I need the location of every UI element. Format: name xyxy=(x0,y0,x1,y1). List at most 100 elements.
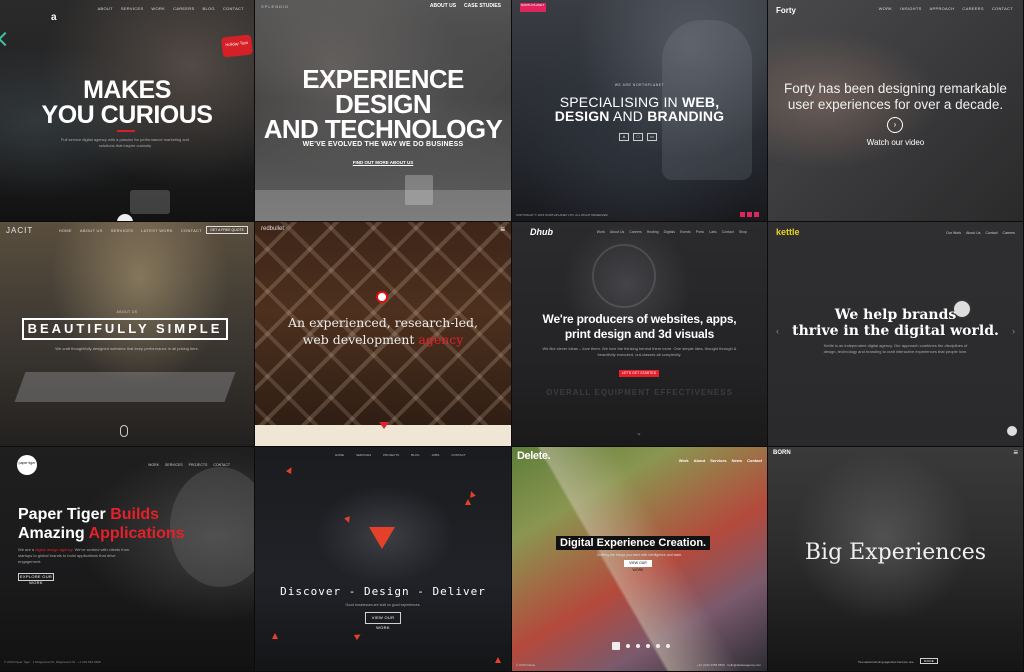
site-logo[interactable]: JACIT xyxy=(6,226,33,235)
site-logo[interactable]: Delete. xyxy=(517,450,551,462)
scroll-down-icon[interactable] xyxy=(1007,426,1017,436)
tile-dhub[interactable]: Dhub Work About Us Careers Hosting Digit… xyxy=(512,222,768,447)
explore-work-button[interactable]: EXPLORE OUR WORK xyxy=(18,573,54,585)
tile-northplanet[interactable]: NORTH PLANET WE ARE NORTHPLANET SPECIALI… xyxy=(512,0,768,222)
social-icon[interactable] xyxy=(754,212,759,217)
carousel-dot[interactable] xyxy=(636,644,640,648)
free-quote-button[interactable]: GET A FREE QUOTE xyxy=(206,226,248,234)
tile-discover-design-deliver[interactable]: HOME SERVICES PROJECTS BLOG JOBS CONTACT… xyxy=(255,447,512,672)
nav-item-careers[interactable]: CAREERS xyxy=(962,6,983,11)
hamburger-menu-icon[interactable]: ≡ xyxy=(1013,448,1018,457)
nav-item-news[interactable]: News xyxy=(732,458,742,463)
nav-item-about-us[interactable]: ABOUT US xyxy=(430,3,456,9)
promo-badge[interactable]: Holiday Toys xyxy=(221,34,253,58)
nav-item-about[interactable]: About xyxy=(98,6,113,11)
site-logo[interactable]: a xyxy=(51,12,57,23)
get-started-button[interactable]: LET'S GET STARTED xyxy=(619,370,659,377)
carousel-dot[interactable] xyxy=(656,644,660,648)
nav-item-careers[interactable]: Careers xyxy=(629,230,641,234)
chevron-left-icon[interactable]: ‹ xyxy=(776,326,779,336)
nav-item-events[interactable]: Events xyxy=(680,230,691,234)
carousel-dot[interactable] xyxy=(646,644,650,648)
scroll-indicator[interactable] xyxy=(117,214,133,221)
nav-item-about[interactable]: About Us xyxy=(966,231,980,235)
nav-item-work[interactable]: WORK xyxy=(148,463,159,467)
nav-item-contact[interactable]: CONTACT xyxy=(451,453,465,457)
nav-item-services[interactable]: SERVICES xyxy=(111,228,134,233)
watch-video-link[interactable]: Watch our video xyxy=(768,138,1023,147)
nav-item-work[interactable]: Work xyxy=(151,6,165,11)
nav-item-about[interactable]: About Us xyxy=(610,230,624,234)
chevron-right-icon[interactable]: › xyxy=(1012,326,1015,336)
nav-item-services[interactable]: Services xyxy=(710,458,726,463)
nav-item-contact[interactable]: Contact xyxy=(985,231,997,235)
nav-item-insights[interactable]: INSIGHTS xyxy=(900,6,921,11)
site-logo[interactable]: Dhub xyxy=(530,227,553,237)
tile-born[interactable]: BORN ≡ Big Experiences Two award winning… xyxy=(768,447,1024,672)
find-out-more-link[interactable]: FIND OUT MORE ABOUT US xyxy=(255,160,511,165)
scroll-down-icon[interactable] xyxy=(379,422,389,429)
nav-item-approach[interactable]: APPROACH xyxy=(930,6,955,11)
chevron-down-icon[interactable]: ⌄ xyxy=(636,429,642,437)
hamburger-menu-icon[interactable]: ≡ xyxy=(500,225,505,234)
nav-item-services[interactable]: Services xyxy=(121,6,144,11)
site-logo[interactable]: Forty xyxy=(776,6,796,15)
view-work-button[interactable]: VIEW OUR WORK xyxy=(624,560,652,572)
carousel-dot[interactable] xyxy=(626,644,630,648)
site-logo[interactable]: paper tiger xyxy=(17,455,37,475)
nav-item-digitals[interactable]: Digitals xyxy=(664,230,675,234)
tile-delete[interactable]: Delete. Work About Services News Contact… xyxy=(512,447,768,672)
nav-item-about[interactable]: ABOUT US xyxy=(80,228,103,233)
nav-item-contact[interactable]: Contact xyxy=(722,230,734,234)
nav-item-contact[interactable]: CONTACT xyxy=(181,228,202,233)
nav-item-careers[interactable]: Careers xyxy=(173,6,194,11)
nav-item-blog[interactable]: Blog xyxy=(203,6,215,11)
nav-item-work[interactable]: LATEST WORK xyxy=(141,228,173,233)
nav-item-work[interactable]: Work xyxy=(679,458,689,463)
nav-item-our-work[interactable]: Our Work xyxy=(946,231,961,235)
design-icon[interactable]: □ xyxy=(633,133,643,141)
nav-item-contact[interactable]: Contact xyxy=(223,6,244,11)
tile-paper-tiger[interactable]: paper tiger WORK SERVICES PROJECTS CONTA… xyxy=(0,447,255,672)
view-work-button[interactable]: VIEW OUR WORK xyxy=(365,612,401,630)
nav-item-work[interactable]: WORK xyxy=(879,6,893,11)
tile-experience-design[interactable]: SPLENDID ABOUT US CASE STUDIES EXPERIENC… xyxy=(255,0,512,222)
tile-makes-you-curious[interactable]: a About Services Work Careers Blog Conta… xyxy=(0,0,255,222)
nav-item-home[interactable]: HOME xyxy=(59,228,72,233)
nav-item-projects[interactable]: PROJECTS xyxy=(383,453,399,457)
nav-item-labs[interactable]: Labs xyxy=(709,230,717,234)
play-icon[interactable]: › xyxy=(887,117,903,133)
nav-item-careers[interactable]: Careers xyxy=(1003,231,1015,235)
carousel-dot[interactable] xyxy=(612,642,620,650)
social-icon[interactable] xyxy=(740,212,745,217)
arrow-icon[interactable] xyxy=(0,31,13,47)
site-logo[interactable]: SPLENDID xyxy=(261,4,289,9)
scroll-mouse-icon[interactable] xyxy=(120,425,128,437)
nav-item-case-studies[interactable]: CASE STUDIES xyxy=(464,3,501,9)
nav-item-contact[interactable]: CONTACT xyxy=(213,463,230,467)
tile-redbullet[interactable]: redbullet ≡ An experienced, research-led… xyxy=(255,222,512,447)
tile-beautifully-simple[interactable]: JACIT HOME ABOUT US SERVICES LATEST WORK… xyxy=(0,222,255,447)
nav-item-about[interactable]: About xyxy=(694,458,706,463)
nav-item-work[interactable]: Work xyxy=(597,230,605,234)
social-icon[interactable] xyxy=(747,212,752,217)
nav-item-blog[interactable]: BLOG xyxy=(411,453,419,457)
site-logo[interactable]: BORN xyxy=(773,450,791,456)
site-logo[interactable]: NORTH PLANET xyxy=(520,3,546,12)
nav-item-porto[interactable]: Porto xyxy=(696,230,704,234)
nav-item-services[interactable]: SERVICES xyxy=(165,463,183,467)
web-icon[interactable]: A xyxy=(619,133,629,141)
nav-item-contact[interactable]: CONTACT xyxy=(992,6,1013,11)
tile-kettle[interactable]: kettle Our Work About Us Contact Careers… xyxy=(768,222,1024,447)
nav-item-projects[interactable]: PROJECTS xyxy=(189,463,208,467)
branding-icon[interactable]: ▭ xyxy=(647,133,657,141)
carousel-dot[interactable] xyxy=(666,644,670,648)
nav-item-services[interactable]: SERVICES xyxy=(356,453,371,457)
nav-item-shop[interactable]: Shop xyxy=(739,230,747,234)
site-logo[interactable]: kettle xyxy=(776,227,800,237)
nav-item-jobs[interactable]: JOBS xyxy=(431,453,439,457)
site-logo[interactable]: redbullet xyxy=(261,226,284,232)
tile-forty[interactable]: Forty WORK INSIGHTS APPROACH CAREERS CON… xyxy=(768,0,1024,222)
nav-item-home[interactable]: HOME xyxy=(335,453,344,457)
more-button[interactable]: MORE xyxy=(920,658,938,664)
